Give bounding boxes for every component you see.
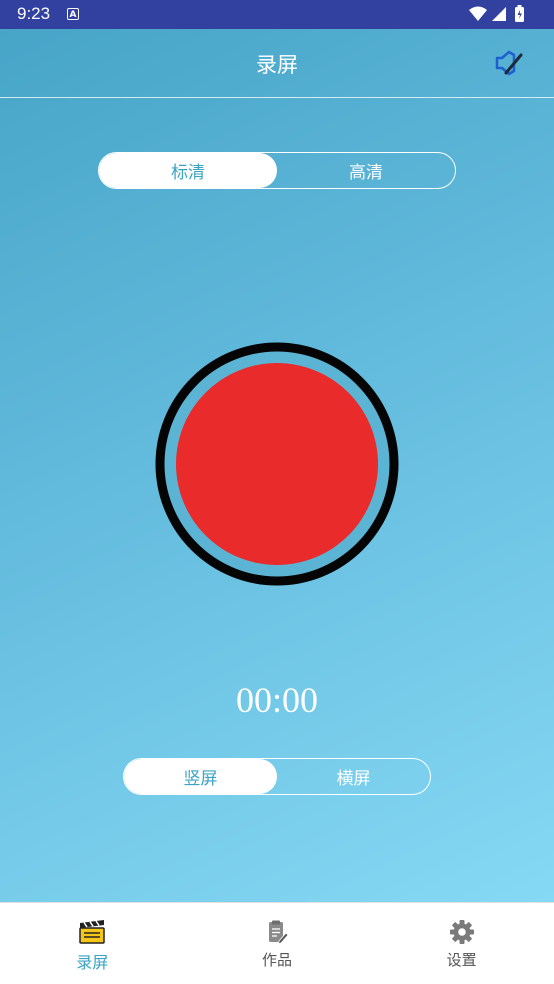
speaker-mute-icon (495, 50, 523, 76)
quality-standard-option[interactable]: 标清 (99, 153, 277, 188)
cell-signal-icon (492, 7, 506, 21)
status-icons (469, 5, 524, 22)
gear-icon (449, 920, 474, 944)
bottom-nav: 录屏 作品 设置 (0, 902, 554, 984)
app-bar: 录屏 (0, 29, 554, 98)
record-icon (155, 342, 399, 586)
record-button[interactable] (155, 342, 399, 586)
speaker-mute-button[interactable] (492, 47, 526, 79)
page-title: 录屏 (256, 53, 298, 77)
wifi-icon (469, 6, 487, 21)
orientation-portrait-option[interactable]: 竖屏 (124, 759, 277, 794)
nav-label-settings: 设置 (446, 951, 477, 969)
nav-item-settings[interactable]: 设置 (369, 903, 554, 984)
nav-label-record: 录屏 (76, 953, 109, 972)
recorder-panel: 录屏 标清 高清 00:00 竖屏 横屏 (0, 29, 554, 902)
recording-timer: 00:00 (235, 680, 318, 720)
orientation-landscape-option[interactable]: 横屏 (277, 759, 430, 794)
notification-a-icon: A (67, 8, 79, 20)
quality-hd-option[interactable]: 高清 (277, 153, 455, 188)
quality-toggle: 标清 高清 (98, 152, 456, 189)
nav-item-works[interactable]: 作品 (185, 903, 370, 984)
nav-label-works: 作品 (262, 951, 293, 969)
status-time: 9:23 (17, 4, 51, 23)
document-edit-icon (269, 920, 289, 945)
orientation-toggle: 竖屏 横屏 (123, 758, 431, 795)
battery-charging-icon (515, 5, 524, 22)
status-bar: 9:23 A (0, 0, 554, 29)
nav-item-record[interactable]: 录屏 (0, 903, 185, 984)
clapperboard-icon (79, 920, 106, 944)
